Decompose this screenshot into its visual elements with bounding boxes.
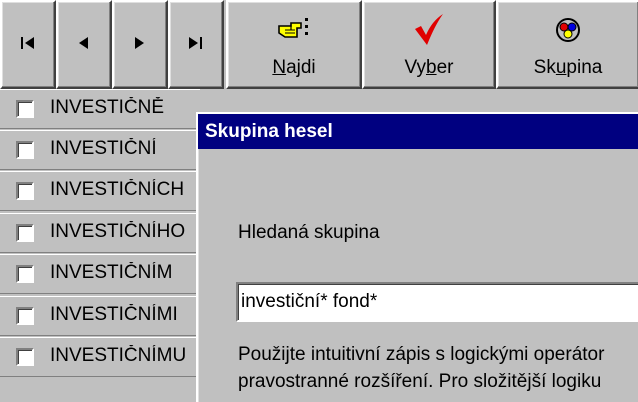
pointing-hand-icon <box>228 10 360 50</box>
last-record-icon <box>189 36 203 54</box>
list-item[interactable]: INVESTIČNÍ <box>0 130 200 170</box>
hint-text-line-1: Použijte intuitivní zápis s logickými op… <box>238 344 605 365</box>
last-record-button[interactable] <box>168 0 224 89</box>
najdi-button[interactable]: Najdi <box>226 0 362 89</box>
skupina-hesel-dialog: Skupina hesel Hledaná skupina investiční… <box>196 112 638 402</box>
first-record-button[interactable] <box>0 0 56 89</box>
list-item[interactable]: INVESTIČNÍHO <box>0 213 200 253</box>
search-group-input[interactable]: investiční* fond* <box>236 282 638 322</box>
next-record-icon <box>135 36 145 54</box>
list-item-label: INVESTIČNÍMI <box>50 304 178 325</box>
next-record-button[interactable] <box>112 0 168 89</box>
list-item-label: INVESTIČNÍHO <box>50 221 186 242</box>
search-group-label: Hledaná skupina <box>238 222 380 243</box>
list-item-label: INVESTIČNÍMU <box>50 345 187 366</box>
first-record-icon <box>21 36 35 54</box>
checkbox[interactable] <box>16 307 34 325</box>
list-item[interactable]: INVESTIČNÍM <box>0 254 200 294</box>
checkbox[interactable] <box>16 265 34 283</box>
list-item[interactable]: INVESTIČNÍCH <box>0 171 200 211</box>
list-item-label: INVESTIČNÍCH <box>50 179 185 200</box>
term-list: INVESTIČNĚ INVESTIČNÍ INVESTIČNÍCH INVES… <box>0 89 200 385</box>
dialog-body: Hledaná skupina investiční* fond* Použij… <box>198 149 638 402</box>
najdi-label: Najdi <box>272 57 316 78</box>
previous-record-button[interactable] <box>56 0 112 89</box>
skupina-label: Skupina <box>533 57 603 78</box>
list-item-label: INVESTIČNÍ <box>50 138 157 159</box>
checkbox[interactable] <box>16 141 34 159</box>
checkbox[interactable] <box>16 100 34 118</box>
checkbox[interactable] <box>16 224 34 242</box>
list-item-label: INVESTIČNĚ <box>50 97 165 118</box>
vyber-button[interactable]: Vyber <box>362 0 496 89</box>
vyber-label: Vyber <box>404 57 454 78</box>
list-item[interactable]: INVESTIČNÍMU <box>0 337 200 377</box>
list-item[interactable]: INVESTIČNÍMI <box>0 296 200 336</box>
dialog-title[interactable]: Skupina hesel <box>198 114 638 149</box>
checkbox[interactable] <box>16 182 34 200</box>
previous-record-icon <box>79 36 89 54</box>
hint-text-line-2: pravostranné rozšíření. Pro složitější l… <box>238 371 602 392</box>
group-icon <box>498 10 638 50</box>
skupina-button[interactable]: Skupina <box>496 0 638 89</box>
list-item-label: INVESTIČNÍM <box>50 262 173 283</box>
checkmark-icon <box>364 10 494 50</box>
list-item[interactable]: INVESTIČNĚ <box>0 89 200 129</box>
checkbox[interactable] <box>16 348 34 366</box>
toolbar: Najdi Vyber Skupina <box>0 0 638 89</box>
